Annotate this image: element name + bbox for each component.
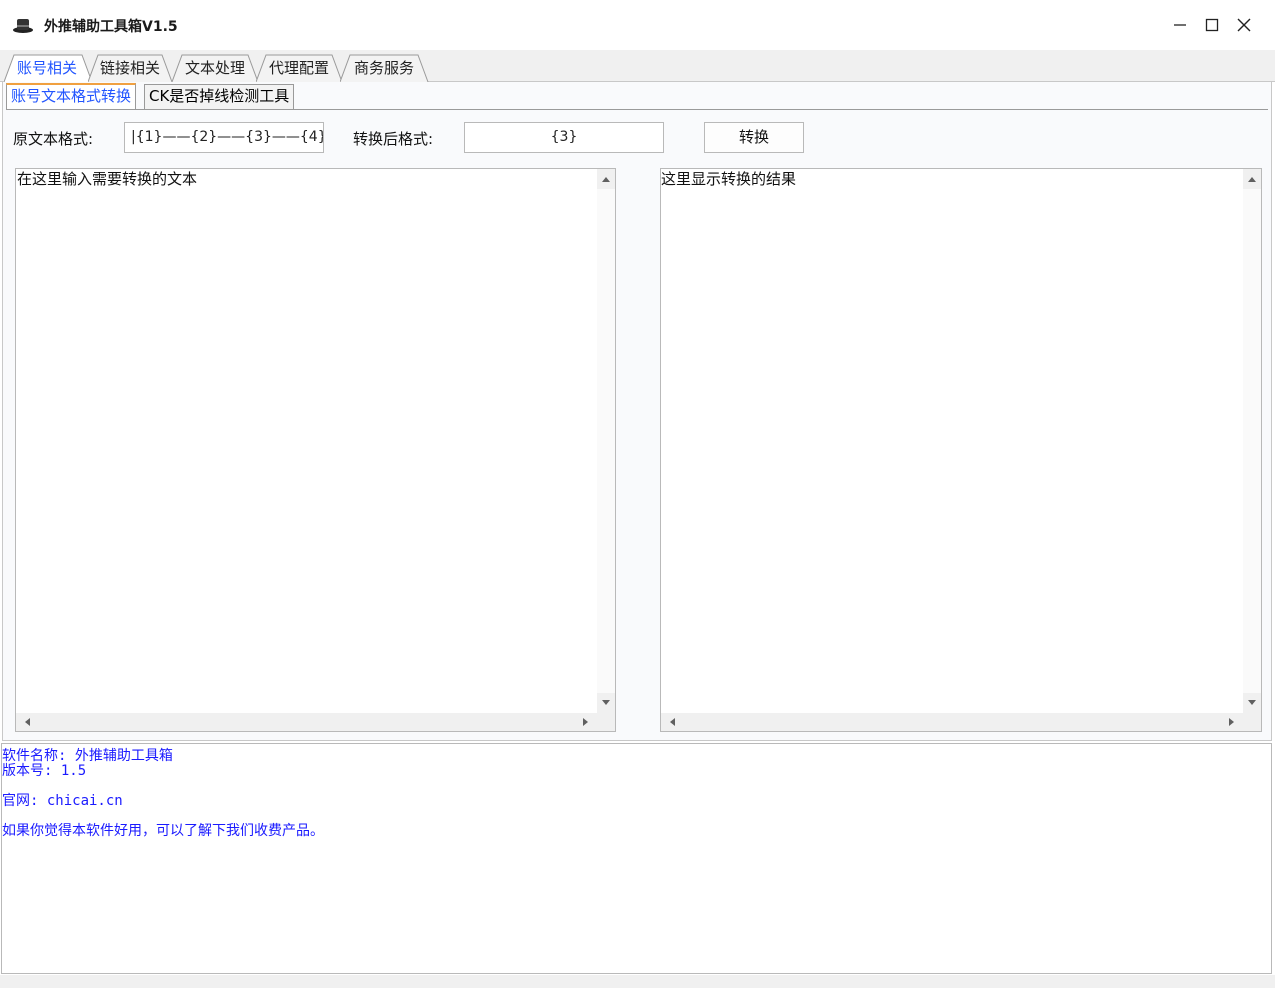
source-format-input[interactable]: |{1}——{2}——{3}——{4} (124, 122, 324, 153)
output-vertical-scrollbar[interactable] (1243, 169, 1261, 713)
version-text: 版本号: 1.5 (2, 763, 87, 779)
input-text: 在这里输入需要转换的文本 (17, 170, 198, 188)
maximize-icon[interactable] (1196, 8, 1228, 42)
scroll-down-arrow-icon[interactable] (1243, 693, 1261, 713)
target-format-label: 转换后格式: (353, 130, 434, 148)
input-textarea[interactable]: 在这里输入需要转换的文本 (15, 168, 616, 732)
source-format-label: 原文本格式: (13, 130, 94, 148)
account-panel: 账号文本格式转换 CK是否掉线检测工具 原文本格式: |{1}——{2}——{3… (2, 82, 1272, 741)
window-title: 外推辅助工具箱V1.5 (44, 19, 178, 35)
subtab-format-convert[interactable]: 账号文本格式转换 (6, 83, 137, 110)
scroll-up-arrow-icon[interactable] (597, 169, 615, 189)
scroll-right-arrow-icon[interactable] (1221, 713, 1243, 731)
target-format-input[interactable]: {3} (464, 122, 664, 153)
minimize-icon[interactable] (1164, 8, 1196, 42)
title-bar: 外推辅助工具箱V1.5 (0, 0, 1275, 50)
scroll-corner (597, 713, 615, 731)
tab-business-services[interactable]: 商务服务 (340, 54, 429, 82)
scroll-left-arrow-icon[interactable] (661, 713, 683, 731)
input-vertical-scrollbar[interactable] (597, 169, 615, 713)
bottom-strip (0, 975, 1275, 988)
app-hat-icon (12, 15, 34, 35)
scroll-right-arrow-icon[interactable] (575, 713, 597, 731)
input-vscroll-thumb[interactable] (597, 189, 615, 693)
promo-text: 如果你觉得本软件好用，可以了解下我们收费产品。 (2, 823, 324, 839)
subtab-ck-check[interactable]: CK是否掉线检测工具 (144, 84, 295, 109)
output-vscroll-thumb[interactable] (1243, 189, 1261, 693)
tab-links[interactable]: 链接相关 (88, 54, 173, 82)
main-tab-strip: 账号相关 链接相关 文本处理 代理配置 商务服务 (0, 50, 1275, 82)
output-text: 这里显示转换的结果 (661, 170, 797, 188)
website-text: 官网: chicai.cn (2, 793, 123, 809)
tab-proxy-config[interactable]: 代理配置 (256, 54, 343, 82)
info-panel[interactable]: 软件名称: 外推辅助工具箱 版本号: 1.5 官网: chicai.cn 如果你… (1, 743, 1272, 974)
scroll-left-arrow-icon[interactable] (16, 713, 38, 731)
scroll-corner (1243, 713, 1261, 731)
subtab-divider (6, 109, 1268, 110)
tab-account[interactable]: 账号相关 (4, 54, 93, 82)
input-horizontal-scrollbar[interactable] (16, 713, 597, 731)
convert-button[interactable]: 转换 (704, 122, 804, 153)
output-textarea[interactable]: 这里显示转换的结果 (660, 168, 1262, 732)
scroll-down-arrow-icon[interactable] (597, 693, 615, 713)
close-icon[interactable] (1228, 8, 1260, 42)
output-horizontal-scrollbar[interactable] (661, 713, 1243, 731)
scroll-up-arrow-icon[interactable] (1243, 169, 1261, 189)
tab-text-processing[interactable]: 文本处理 (172, 54, 259, 82)
